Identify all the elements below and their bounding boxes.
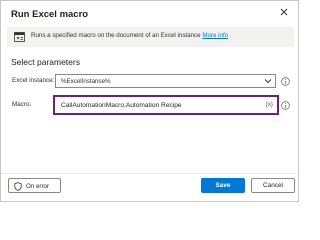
- banner-description: Runs a specified macro on the document o…: [31, 32, 201, 39]
- on-error-label: On error: [26, 182, 50, 190]
- chevron-down-icon: [264, 79, 272, 84]
- excel-instance-value: %ExcelInstance%: [61, 78, 111, 85]
- more-info-link[interactable]: More info: [202, 32, 228, 39]
- run-excel-macro-dialog: Run Excel macro Runs a specified macro o…: [0, 0, 299, 202]
- save-button[interactable]: Save: [201, 178, 245, 193]
- macro-value: CallAutomationMacro;Automation Recipe: [61, 101, 182, 109]
- on-error-button[interactable]: On error: [8, 178, 61, 193]
- excel-instance-select[interactable]: %ExcelInstance%: [55, 74, 276, 88]
- cancel-button[interactable]: Cancel: [251, 178, 295, 193]
- section-title: Select parameters: [11, 57, 80, 67]
- macro-label: Macro:: [12, 101, 32, 108]
- close-icon[interactable]: [278, 6, 290, 18]
- help-icon[interactable]: [281, 100, 290, 110]
- excel-instance-label: Excel instance:: [12, 77, 55, 84]
- cancel-label: Cancel: [263, 182, 283, 189]
- macro-input[interactable]: CallAutomationMacro;Automation Recipe {x…: [53, 95, 279, 115]
- excel-macro-icon: [14, 32, 25, 42]
- shield-icon: [14, 182, 22, 191]
- footer-divider: [1, 173, 298, 174]
- help-icon[interactable]: [281, 76, 290, 86]
- dialog-title: Run Excel macro: [11, 9, 89, 20]
- banner-text: Runs a specified macro on the document o…: [31, 32, 228, 39]
- info-banner: Runs a specified macro on the document o…: [7, 27, 294, 47]
- variable-picker-button[interactable]: {x}: [266, 101, 273, 108]
- save-label: Save: [215, 181, 231, 189]
